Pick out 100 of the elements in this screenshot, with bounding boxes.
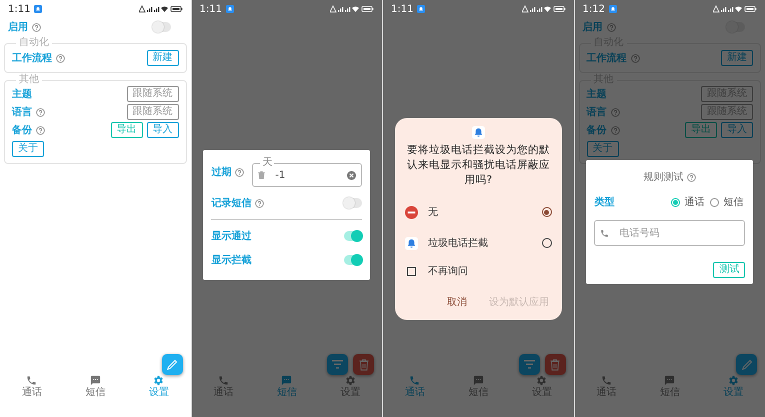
help-icon[interactable]: [235, 168, 244, 177]
message-icon: [90, 375, 101, 386]
group-title: 自动化: [18, 38, 50, 48]
setting-button[interactable]: 导入: [721, 122, 753, 138]
option-label: 无: [428, 206, 439, 220]
setting-label: 过期: [211, 166, 232, 180]
delete-fab[interactable]: [544, 354, 566, 375]
help-icon[interactable]: [687, 173, 696, 182]
trash-icon: [358, 358, 368, 370]
trash-icon: [550, 358, 560, 370]
status-icons-drawing: [330, 5, 374, 13]
help-icon[interactable]: [606, 22, 616, 32]
status-time: 1:11: [8, 2, 30, 16]
setting-button[interactable]: 跟随系统: [126, 86, 178, 102]
message-icon: [281, 375, 292, 386]
edit-fab[interactable]: [162, 354, 182, 375]
radio-button[interactable]: [671, 198, 680, 207]
gear-icon: [728, 375, 739, 386]
setting-button[interactable]: 导出: [685, 122, 717, 138]
phone-icon: [600, 228, 610, 238]
pencil-icon: [740, 358, 752, 370]
delete-fab[interactable]: [353, 354, 374, 375]
help-icon[interactable]: [56, 54, 65, 62]
setting-button[interactable]: 新建: [146, 50, 178, 66]
setting-label: 记录短信: [211, 196, 252, 210]
message-icon: [664, 375, 676, 386]
setting-label: 备份: [12, 124, 32, 138]
gear-icon: [536, 375, 548, 386]
help-icon[interactable]: [630, 54, 640, 62]
phone-icon: [26, 375, 38, 386]
help-icon[interactable]: [610, 108, 620, 116]
setting-label: 启用: [582, 20, 602, 34]
setting-label: 备份: [586, 124, 606, 138]
toggle-switch[interactable]: [344, 198, 362, 208]
nav-tab[interactable]: 设置: [127, 375, 190, 411]
phone-icon: [600, 375, 612, 386]
option-label: 垃圾电话拦截: [428, 236, 489, 251]
phone-number-field[interactable]: 电话号码: [594, 220, 746, 246]
setting-button[interactable]: 新建: [721, 50, 753, 66]
phone-icon: [218, 375, 229, 386]
group-title: 其他: [18, 75, 40, 85]
setting-label: 显示拦截: [211, 254, 252, 268]
status-time: 1:12: [582, 2, 605, 16]
setting-button[interactable]: 跟随系统: [126, 104, 178, 120]
gear-icon: [344, 375, 356, 386]
status-icons-drawing: [713, 5, 757, 13]
filter-fab[interactable]: [327, 354, 348, 375]
setting-label: 语言: [12, 105, 32, 120]
radio-button[interactable]: [542, 207, 552, 218]
message-icon: [472, 375, 484, 386]
about-button[interactable]: 关于: [12, 141, 44, 157]
about-button[interactable]: 关于: [586, 141, 618, 157]
pencil-icon: [166, 358, 178, 370]
no-entry-icon: [404, 206, 418, 219]
help-icon[interactable]: [255, 198, 264, 208]
dialog-title: 要将垃圾电话拦截设为您的默认来电显示和骚扰电话屏蔽应用吗?: [406, 143, 551, 188]
nav-tab[interactable]: 通话: [0, 375, 64, 411]
filter-fab[interactable]: [518, 354, 540, 375]
checkbox-label: 不再询问: [428, 265, 468, 280]
notification-icon: [34, 5, 42, 13]
field-unit: 天: [260, 158, 274, 168]
edit-fab[interactable]: [736, 354, 757, 375]
radio-label: 通话: [684, 196, 704, 210]
help-icon[interactable]: [32, 22, 41, 32]
help-icon[interactable]: [36, 108, 45, 116]
trash-icon: [258, 171, 266, 179]
clear-icon[interactable]: [347, 170, 356, 180]
setting-label: 显示通过: [211, 230, 252, 244]
nav-tab[interactable]: 短信: [64, 375, 127, 411]
bell-app-icon: [404, 236, 418, 250]
notification-icon: [608, 5, 617, 13]
checkbox[interactable]: [406, 267, 416, 276]
toggle-switch[interactable]: [152, 22, 170, 32]
nav-tab[interactable]: 短信: [255, 375, 318, 411]
notification-icon: [226, 5, 234, 13]
radio-label: 短信: [723, 196, 744, 210]
setting-label: 主题: [586, 87, 606, 102]
help-icon[interactable]: [610, 126, 620, 134]
radio-button[interactable]: [710, 198, 720, 207]
dialog-button[interactable]: 取消: [444, 292, 470, 312]
help-icon[interactable]: [36, 126, 45, 134]
setting-label: 工作流程: [12, 51, 52, 66]
gear-icon: [153, 375, 164, 386]
status-icons-drawing: [138, 5, 182, 13]
status-time: 1:11: [391, 2, 414, 16]
setting-button[interactable]: 导出: [110, 122, 142, 138]
setting-label: 语言: [586, 105, 606, 120]
setting-label: 主题: [12, 87, 32, 102]
filter-icon: [524, 360, 534, 369]
nav-tab[interactable]: 设置: [702, 375, 765, 411]
toggle-switch[interactable]: [344, 231, 362, 241]
field-value: -1: [275, 168, 286, 182]
nav-tab[interactable]: 通话: [383, 375, 446, 411]
toggle-switch[interactable]: [344, 255, 362, 265]
test-button[interactable]: 测试: [713, 262, 746, 278]
status-time: 1:11: [200, 2, 222, 16]
setting-label: 工作流程: [586, 51, 626, 66]
radio-button[interactable]: [542, 238, 552, 248]
phone-icon: [409, 375, 420, 386]
setting-button[interactable]: 导入: [146, 122, 178, 138]
